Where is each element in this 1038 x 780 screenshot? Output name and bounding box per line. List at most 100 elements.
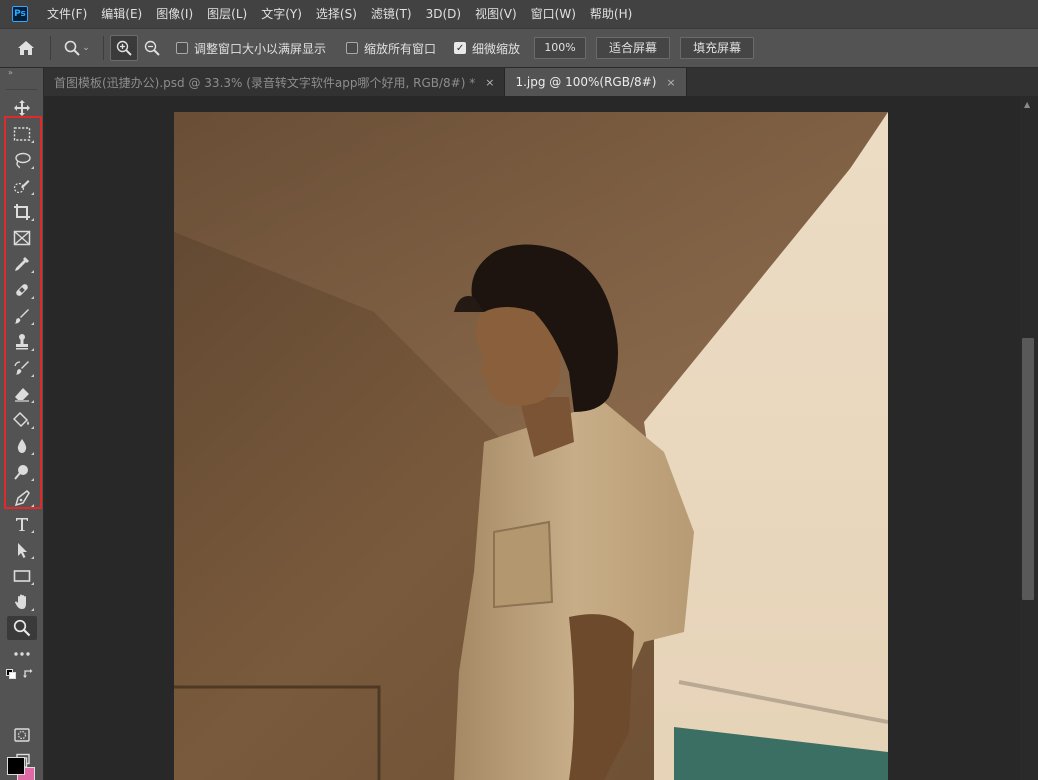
flyout-indicator (31, 166, 34, 169)
panel-grip[interactable] (6, 78, 37, 90)
healing-brush-tool[interactable] (7, 278, 37, 302)
zoom-out-button[interactable] (138, 35, 166, 61)
menu-view[interactable]: 视图(V) (468, 0, 524, 28)
edit-toolbar-button[interactable] (7, 642, 37, 666)
crop-tool[interactable] (7, 200, 37, 224)
scrubby-zoom-checkbox[interactable]: ✓ 细微缩放 (454, 40, 520, 57)
fit-screen-button[interactable]: 适合屏幕 (596, 37, 671, 59)
zoom-tool[interactable] (7, 616, 37, 640)
checkbox-box[interactable] (346, 42, 359, 54)
canvas-area[interactable] (44, 96, 1020, 780)
lasso-tool[interactable] (7, 148, 37, 172)
close-icon[interactable]: × (485, 76, 494, 89)
checkbox-box[interactable] (176, 42, 188, 54)
quick-mask-icon (14, 728, 30, 742)
flyout-indicator (31, 426, 34, 429)
flyout-indicator (31, 530, 34, 533)
menu-window[interactable]: 窗口(W) (524, 0, 583, 28)
paint-bucket-tool[interactable] (7, 408, 37, 432)
menu-edit[interactable]: 编辑(E) (94, 0, 149, 28)
zoom-percent-field[interactable]: 100% (534, 37, 587, 59)
menu-select[interactable]: 选择(S) (309, 0, 364, 28)
scrubby-zoom-label: 细微缩放 (472, 41, 521, 56)
move-icon (14, 100, 30, 116)
vertical-scrollbar[interactable]: ▲ (1020, 96, 1038, 780)
separator (103, 36, 104, 60)
eraser-icon (15, 388, 29, 402)
zoom-all-windows-checkbox[interactable]: 缩放所有窗口 (346, 40, 436, 57)
document-tab-active[interactable]: 1.jpg @ 100%(RGB/8#) × (505, 68, 687, 96)
eyedropper-icon (15, 257, 29, 271)
flyout-indicator (31, 270, 34, 273)
flyout-indicator (31, 608, 34, 611)
dodge-icon (14, 465, 28, 480)
history-brush-tool[interactable] (7, 356, 37, 380)
quick-selection-tool[interactable] (7, 174, 37, 198)
bandage-icon (16, 284, 28, 296)
tab-title: 1.jpg @ 100%(RGB/8#) (515, 75, 657, 89)
resize-windows-checkbox[interactable]: 调整窗口大小以满屏显示 (176, 40, 326, 57)
rectangle-tool[interactable] (7, 564, 37, 588)
crop-icon (14, 204, 30, 220)
blur-tool[interactable] (7, 434, 37, 458)
menu-image[interactable]: 图像(I) (149, 0, 200, 28)
brush-tool[interactable] (7, 304, 37, 328)
zoom-icon (64, 40, 80, 56)
panel-collapse-icon[interactable]: » (0, 68, 43, 78)
fill-screen-button[interactable]: 填充屏幕 (680, 37, 755, 59)
flyout-indicator (31, 504, 34, 507)
close-icon[interactable]: × (666, 76, 675, 89)
dodge-tool[interactable] (7, 460, 37, 484)
flyout-indicator (31, 348, 34, 351)
flyout-indicator (31, 296, 34, 299)
flyout-indicator (31, 218, 34, 221)
move-tool[interactable] (7, 96, 37, 120)
path-selection-tool[interactable] (7, 538, 37, 562)
eraser-tool[interactable] (7, 382, 37, 406)
home-button[interactable] (8, 34, 44, 62)
quick-mask-button[interactable] (7, 723, 37, 747)
pen-tool[interactable] (7, 486, 37, 510)
type-tool[interactable] (7, 512, 37, 536)
brush-icon (14, 309, 29, 324)
checkmark-icon[interactable]: ✓ (454, 42, 467, 54)
tool-preset-picker[interactable]: ⌄ (57, 35, 97, 61)
menu-layer[interactable]: 图层(L) (200, 0, 254, 28)
document-image[interactable] (174, 112, 888, 780)
drop-icon (17, 439, 27, 453)
frame-icon (13, 230, 31, 246)
stamp-icon (16, 334, 28, 350)
marquee-tool[interactable] (7, 122, 37, 146)
document-tab[interactable]: 首图模板(迅捷办公).psd @ 33.3% (录音转文字软件app哪个好用, … (44, 68, 506, 96)
eyedropper-tool[interactable] (7, 252, 37, 276)
arrow-cursor-icon (18, 543, 27, 558)
options-bar: ⌄ 调整窗口大小以满屏显示 缩放所有窗口 ✓ 细微缩放 100% 适合屏幕 填充… (0, 28, 1038, 68)
clone-stamp-tool[interactable] (7, 330, 37, 354)
menu-help[interactable]: 帮助(H) (583, 0, 639, 28)
hand-icon (15, 594, 26, 609)
hand-tool[interactable] (7, 590, 37, 614)
scrollbar-thumb[interactable] (1022, 338, 1034, 600)
foreground-color-swatch[interactable] (7, 757, 25, 775)
home-icon (18, 41, 34, 55)
swap-colors-icon[interactable] (23, 668, 35, 680)
flyout-indicator (31, 192, 34, 195)
menu-file[interactable]: 文件(F) (40, 0, 94, 28)
flyout-indicator (31, 140, 34, 143)
document-tab-bar: 首图模板(迅捷办公).psd @ 33.3% (录音转文字软件app哪个好用, … (44, 68, 1038, 96)
menu-filter[interactable]: 滤镜(T) (364, 0, 419, 28)
photo-portrait-image (174, 112, 888, 780)
flyout-indicator (31, 556, 34, 559)
menu-3d[interactable]: 3D(D) (419, 0, 468, 28)
flyout-indicator (31, 478, 34, 481)
flyout-indicator (31, 374, 34, 377)
zoom-in-button[interactable] (110, 35, 138, 61)
type-icon (16, 518, 28, 531)
frame-tool[interactable] (7, 226, 37, 250)
rectangle-icon (13, 570, 31, 582)
zoom-out-icon (144, 40, 160, 56)
rectangular-marquee-icon (13, 127, 31, 141)
default-colors-icon[interactable] (6, 669, 16, 679)
scroll-up-icon[interactable]: ▲ (1024, 100, 1030, 109)
menu-type[interactable]: 文字(Y) (254, 0, 309, 28)
